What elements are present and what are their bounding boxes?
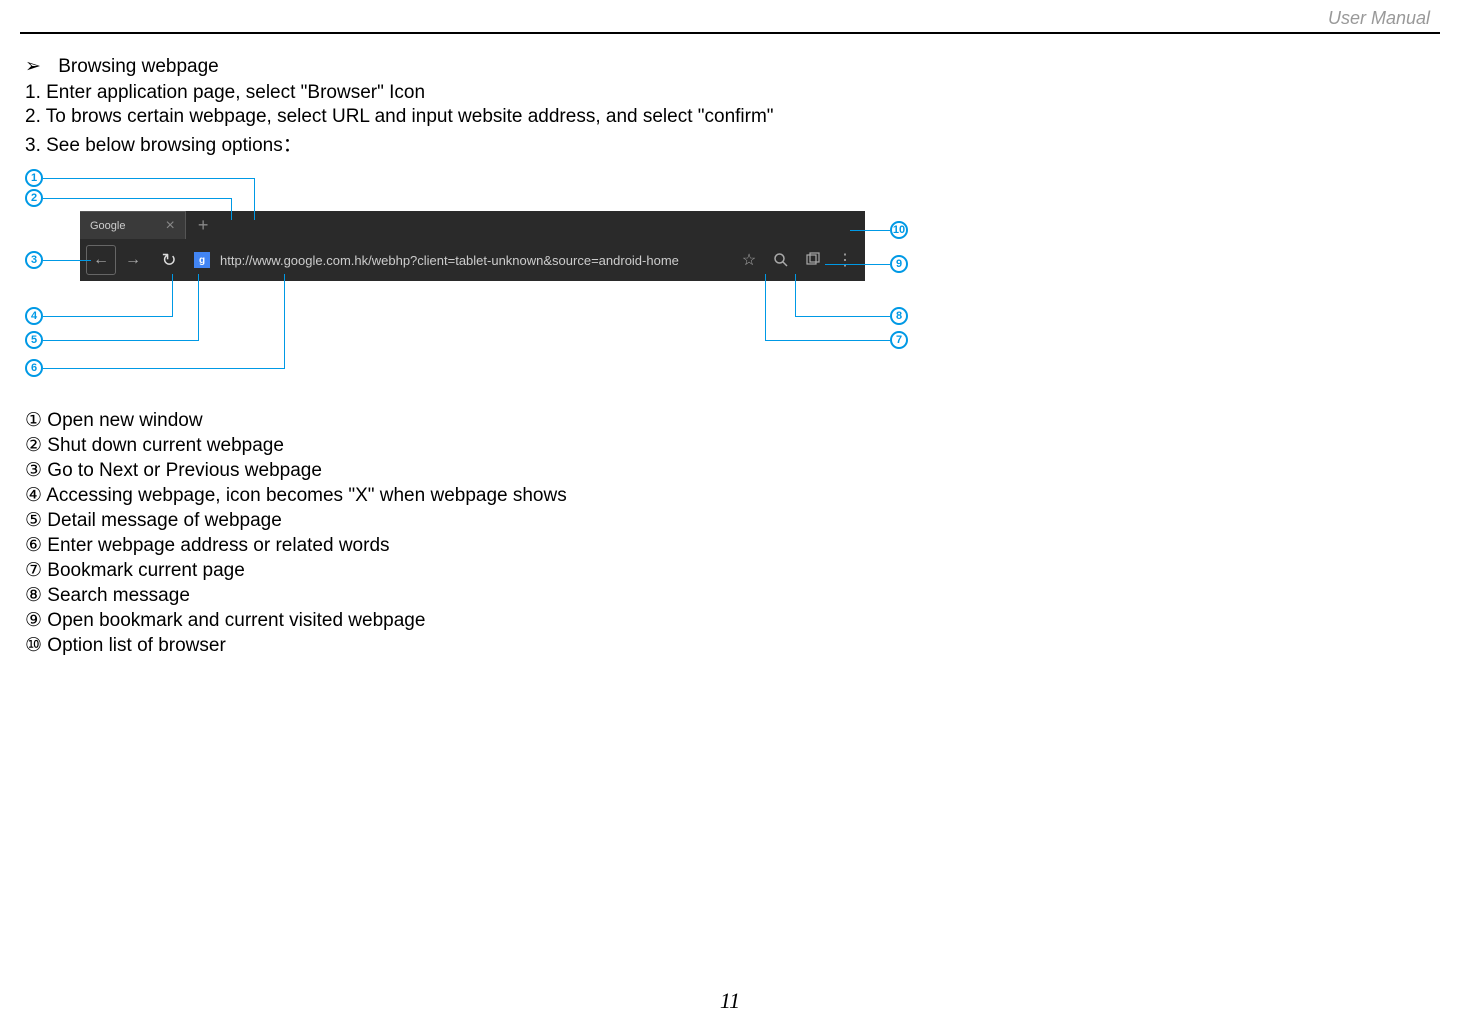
plus-icon[interactable]: +: [198, 215, 209, 236]
callout-7: 7: [890, 331, 908, 349]
triangle-icon: ➢: [25, 55, 41, 78]
search-icon[interactable]: [767, 246, 795, 274]
close-icon[interactable]: ×: [165, 217, 174, 235]
section-title-text: Browsing webpage: [58, 56, 219, 77]
line-2: [43, 198, 232, 199]
callout-3: 3: [25, 251, 43, 269]
section-title: ➢ Browsing webpage: [25, 55, 1435, 78]
reload-icon[interactable]: ↻: [154, 245, 184, 275]
star-icon[interactable]: ☆: [735, 246, 763, 274]
header-text: User Manual: [1328, 8, 1430, 29]
callout-8: 8: [890, 307, 908, 325]
browser-bar: Google × + ← → ↻ g http://www.google.com…: [80, 211, 865, 281]
legend-5: ⑤ Detail message of webpage: [25, 509, 1435, 532]
line-1v: [254, 178, 255, 220]
line-4: [43, 316, 173, 317]
content: ➢ Browsing webpage 1. Enter application …: [25, 55, 1435, 659]
diagram-container: 1 2 3 4 5 6 10 9 8 7 Goo: [25, 169, 1435, 404]
forward-button[interactable]: →: [118, 245, 148, 275]
legend-4: ④ Accessing webpage, icon becomes "X" wh…: [25, 484, 1435, 507]
legend: ① Open new window ② Shut down current we…: [25, 409, 1435, 657]
line-3: [43, 260, 91, 261]
legend-7: ⑦ Bookmark current page: [25, 559, 1435, 582]
legend-1: ① Open new window: [25, 409, 1435, 432]
tab-title: Google: [90, 220, 125, 232]
menu-icon[interactable]: ⋮: [831, 246, 859, 274]
callout-9: 9: [890, 255, 908, 273]
legend-6: ⑥ Enter webpage address or related words: [25, 534, 1435, 557]
line-5v: [198, 274, 199, 340]
callout-5: 5: [25, 331, 43, 349]
callout-10: 10: [890, 221, 908, 239]
line-6: [43, 368, 285, 369]
callout-6: 6: [25, 359, 43, 377]
browser-tab[interactable]: Google ×: [80, 211, 186, 239]
line-2v: [231, 198, 232, 220]
favicon-icon: g: [194, 252, 210, 268]
line-7: [765, 340, 890, 341]
line-10: [850, 230, 890, 231]
line-6v: [284, 274, 285, 368]
page-number: 11: [720, 988, 740, 1014]
line-4v: [172, 274, 173, 316]
legend-10: ⑩ Option list of browser: [25, 634, 1435, 657]
bookmark-icon[interactable]: [799, 246, 827, 274]
url-text[interactable]: http://www.google.com.hk/webhp?client=ta…: [216, 253, 731, 268]
line-5: [43, 340, 199, 341]
step-3: 3. See below browsing options：: [25, 130, 1435, 157]
legend-3: ③ Go to Next or Previous webpage: [25, 459, 1435, 482]
line-8v: [795, 274, 796, 316]
tab-area: Google × +: [80, 211, 865, 239]
header-line: [20, 32, 1440, 34]
callout-1: 1: [25, 169, 43, 187]
legend-8: ⑧ Search message: [25, 584, 1435, 607]
legend-9: ⑨ Open bookmark and current visited webp…: [25, 609, 1435, 632]
legend-2: ② Shut down current webpage: [25, 434, 1435, 457]
callout-2: 2: [25, 189, 43, 207]
line-8: [795, 316, 890, 317]
callout-4: 4: [25, 307, 43, 325]
line-9: [825, 264, 890, 265]
step-2: 2. To brows certain webpage, select URL …: [25, 106, 1435, 128]
line-1: [43, 178, 255, 179]
line-7v: [765, 274, 766, 340]
step-1: 1. Enter application page, select "Brows…: [25, 82, 1435, 104]
